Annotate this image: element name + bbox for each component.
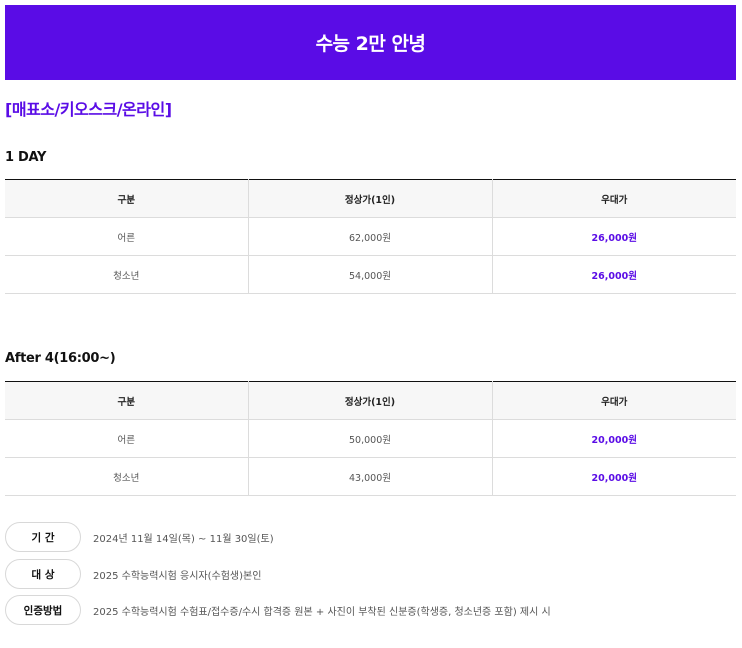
section-title-1day: 1 DAY xyxy=(5,150,47,165)
target-label-pill: 대 상 xyxy=(5,559,81,589)
cell-regular-price: 50,000원 xyxy=(247,419,492,458)
cell-category: 어른 xyxy=(5,217,248,256)
cell-category: 청소년 xyxy=(5,457,248,496)
header-category: 구분 xyxy=(5,179,248,218)
cell-regular-price: 54,000원 xyxy=(247,255,492,294)
cell-category: 어른 xyxy=(5,419,248,458)
table-row: 청소년 54,000원 26,000원 xyxy=(5,255,736,294)
cell-regular-price: 43,000원 xyxy=(247,457,492,496)
period-label-pill: 기 간 xyxy=(5,522,81,552)
verification-label-pill: 인증방법 xyxy=(5,595,81,625)
table-row: 어른 50,000원 20,000원 xyxy=(5,419,736,458)
cell-discount-price: 26,000원 xyxy=(491,217,736,256)
table-row: 청소년 43,000원 20,000원 xyxy=(5,457,736,496)
table-row: 어른 62,000원 26,000원 xyxy=(5,217,736,256)
price-table-after4: 구분 정상가(1인) 우대가 어른 50,000원 20,000원 청소년 43… xyxy=(5,381,736,496)
banner-title: 수능 2만 안녕 xyxy=(315,33,426,55)
header-discount-price: 우대가 xyxy=(491,381,736,420)
cell-category: 청소년 xyxy=(5,255,248,294)
sales-channel-label: [매표소/키오스크/온라인] xyxy=(5,100,172,119)
period-text: 2024년 11월 14일(목) ~ 11월 30일(토) xyxy=(93,533,274,545)
cell-regular-price: 62,000원 xyxy=(247,217,492,256)
promo-banner: 수능 2만 안녕 xyxy=(5,5,736,80)
cell-discount-price: 26,000원 xyxy=(491,255,736,294)
table-header-row: 구분 정상가(1인) 우대가 xyxy=(5,381,736,420)
price-table-1day: 구분 정상가(1인) 우대가 어른 62,000원 26,000원 청소년 54… xyxy=(5,179,736,294)
header-category: 구분 xyxy=(5,381,248,420)
cell-discount-price: 20,000원 xyxy=(491,419,736,458)
info-row-period: 기 간 2024년 11월 14일(목) ~ 11월 30일(토) xyxy=(5,522,274,552)
info-row-target: 대 상 2025 수학능력시험 응시자(수험생)본인 xyxy=(5,559,261,589)
cell-discount-price: 20,000원 xyxy=(491,457,736,496)
header-regular-price: 정상가(1인) xyxy=(247,381,492,420)
table-header-row: 구분 정상가(1인) 우대가 xyxy=(5,179,736,218)
header-regular-price: 정상가(1인) xyxy=(247,179,492,218)
info-row-verification: 인증방법 2025 수학능력시험 수험표/접수증/수시 합격증 원본 + 사진이… xyxy=(5,595,551,625)
verification-text: 2025 수학능력시험 수험표/접수증/수시 합격증 원본 + 사진이 부착된 … xyxy=(93,606,551,618)
target-text: 2025 수학능력시험 응시자(수험생)본인 xyxy=(93,570,262,582)
section-title-after4: After 4(16:00~) xyxy=(5,351,116,366)
header-discount-price: 우대가 xyxy=(491,179,736,218)
